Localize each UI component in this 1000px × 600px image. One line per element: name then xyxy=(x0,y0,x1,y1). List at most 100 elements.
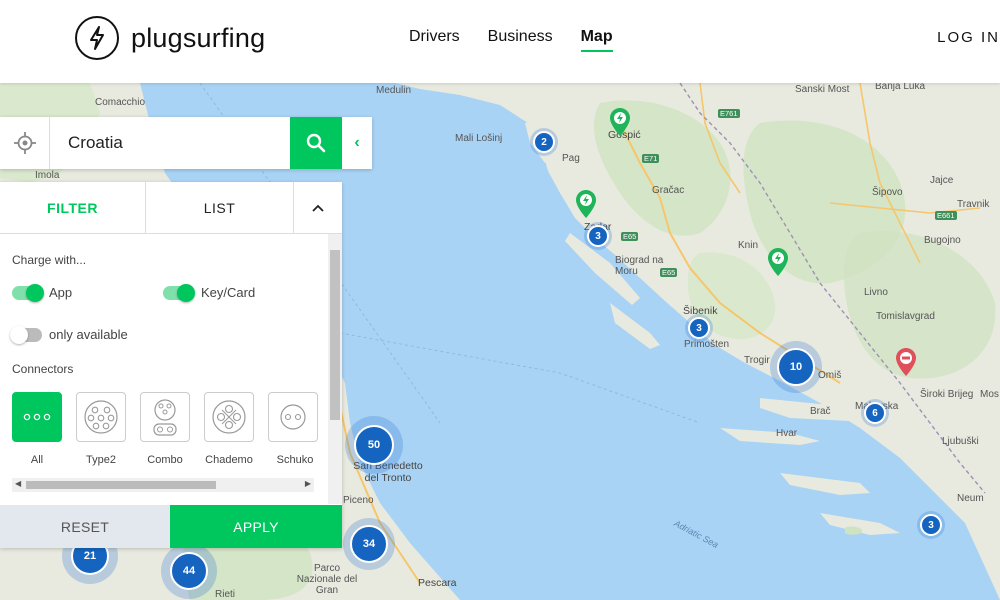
top-header: plugsurfing Drivers Business Map LOG IN xyxy=(0,0,1000,83)
place-label: Mali Lošinj xyxy=(455,133,503,144)
cluster-count: 3 xyxy=(920,514,942,536)
panel-scrollbar[interactable] xyxy=(328,234,342,504)
chevron-left-icon: ‹ xyxy=(354,134,360,151)
cluster-count: 2 xyxy=(533,131,555,153)
connector-type2-button[interactable] xyxy=(76,392,126,442)
connectors-scrollbar[interactable]: ◀ ▶ xyxy=(12,478,314,492)
place-label: Biograd na Moru xyxy=(615,255,664,277)
app-toggle-label: App xyxy=(49,285,73,300)
nav-map[interactable]: Map xyxy=(580,28,613,52)
place-label: Parco Nazionale del Gran xyxy=(296,563,358,596)
place-label: Šipovo xyxy=(872,187,903,198)
connector-label: Chademo xyxy=(205,454,253,466)
place-label: Knin xyxy=(738,240,759,251)
charging-station-pin[interactable] xyxy=(768,248,788,276)
place-label: Ljubuški xyxy=(942,436,979,447)
place-label: Rieti xyxy=(215,589,236,600)
place-label: Brač xyxy=(810,406,831,417)
app-toggle[interactable] xyxy=(12,284,44,302)
locate-me-button[interactable] xyxy=(0,117,50,169)
location-search-bar: ‹ xyxy=(0,117,372,169)
keycard-toggle[interactable] xyxy=(163,284,195,302)
connectors-label: Connectors xyxy=(12,362,74,376)
connector-all-button[interactable] xyxy=(12,392,62,442)
place-label: Medulin xyxy=(376,85,412,96)
search-input[interactable] xyxy=(51,117,290,169)
search-button[interactable] xyxy=(290,117,342,169)
connector-schuko-button[interactable] xyxy=(268,392,318,442)
station-cluster[interactable]: 6 xyxy=(861,399,889,427)
station-cluster[interactable]: 3 xyxy=(917,511,945,539)
logo-text: plugsurfing xyxy=(131,22,266,53)
cluster-count: 3 xyxy=(688,317,710,339)
station-cluster[interactable]: 2 xyxy=(530,128,558,156)
crosshair-icon xyxy=(13,132,36,154)
panel-scrollbar-thumb[interactable] xyxy=(330,250,340,420)
place-label: Primošten xyxy=(684,339,730,350)
scroll-right-icon[interactable]: ▶ xyxy=(305,479,311,488)
place-label: Bugojno xyxy=(924,235,961,246)
place-label: Mos xyxy=(980,389,999,400)
scrollbar-thumb[interactable] xyxy=(26,481,216,489)
place-label: Comacchio xyxy=(95,97,146,108)
main-nav: Drivers Business Map xyxy=(409,28,641,52)
login-link[interactable]: LOG IN xyxy=(937,29,1000,46)
chevron-up-icon xyxy=(312,204,324,212)
unavailable-station-pin[interactable] xyxy=(896,348,916,376)
tab-list[interactable]: LIST xyxy=(146,182,294,234)
station-cluster[interactable]: 3 xyxy=(685,314,713,342)
place-label: Trogir xyxy=(744,355,770,366)
all-connectors-icon xyxy=(23,413,51,421)
road-shield: E71 xyxy=(642,154,660,163)
scroll-left-icon[interactable]: ◀ xyxy=(15,479,21,488)
plug-logo-icon xyxy=(75,16,119,60)
station-cluster[interactable]: 34 xyxy=(343,518,395,570)
charging-station-pin[interactable] xyxy=(610,108,630,136)
place-label: Banja Luka xyxy=(875,83,926,92)
place-label: Tomislavgrad xyxy=(876,311,935,322)
place-label: Gračac xyxy=(652,185,685,196)
cluster-count: 50 xyxy=(354,425,394,465)
station-cluster[interactable]: 10 xyxy=(770,341,822,393)
road-shield: E761 xyxy=(718,109,740,118)
connector-label: Combo xyxy=(147,454,183,466)
connector-label: All xyxy=(30,454,44,466)
place-label: Sanski Most xyxy=(795,84,850,95)
place-label: Pescara xyxy=(418,577,457,589)
filter-body: Charge with... App Key/Card only availab… xyxy=(0,234,342,504)
connector-combo-button[interactable] xyxy=(140,392,190,442)
cluster-count: 6 xyxy=(864,402,886,424)
search-icon xyxy=(306,133,326,153)
combo-plug-icon xyxy=(153,399,177,436)
tab-filter[interactable]: FILTER xyxy=(0,182,146,234)
filter-panel: FILTER LIST Charge with... App Key/Card … xyxy=(0,182,342,548)
place-label: Neum xyxy=(957,493,984,504)
place-label: Široki Brijeg xyxy=(920,389,974,400)
cluster-count: 44 xyxy=(170,552,208,590)
schuko-plug-icon xyxy=(280,404,306,430)
station-cluster[interactable]: 50 xyxy=(345,416,403,474)
chademo-plug-icon xyxy=(212,400,246,434)
place-label: Hvar xyxy=(776,428,798,439)
road-shield: E65 xyxy=(621,232,639,241)
collapse-panel-button[interactable]: ‹ xyxy=(342,117,372,169)
cluster-count: 3 xyxy=(587,225,609,247)
logo[interactable]: plugsurfing xyxy=(75,16,265,60)
nav-business[interactable]: Business xyxy=(488,28,553,50)
place-label: Travnik xyxy=(957,199,990,210)
connector-chademo-button[interactable] xyxy=(204,392,254,442)
reset-button[interactable]: RESET xyxy=(0,505,170,548)
station-cluster[interactable]: 3 xyxy=(584,222,612,250)
place-label: Jajce xyxy=(930,175,954,186)
cluster-count: 34 xyxy=(350,525,388,563)
collapse-filter-button[interactable] xyxy=(294,182,342,234)
nav-drivers[interactable]: Drivers xyxy=(409,28,460,50)
place-label: Piceno xyxy=(343,495,374,506)
place-label: Livno xyxy=(864,287,888,298)
keycard-toggle-label: Key/Card xyxy=(201,285,256,300)
only-available-toggle[interactable] xyxy=(10,326,42,344)
station-cluster[interactable]: 44 xyxy=(161,543,217,599)
apply-button[interactable]: APPLY xyxy=(170,505,342,548)
charging-station-pin[interactable] xyxy=(576,190,596,218)
charge-with-label: Charge with... xyxy=(12,253,87,267)
